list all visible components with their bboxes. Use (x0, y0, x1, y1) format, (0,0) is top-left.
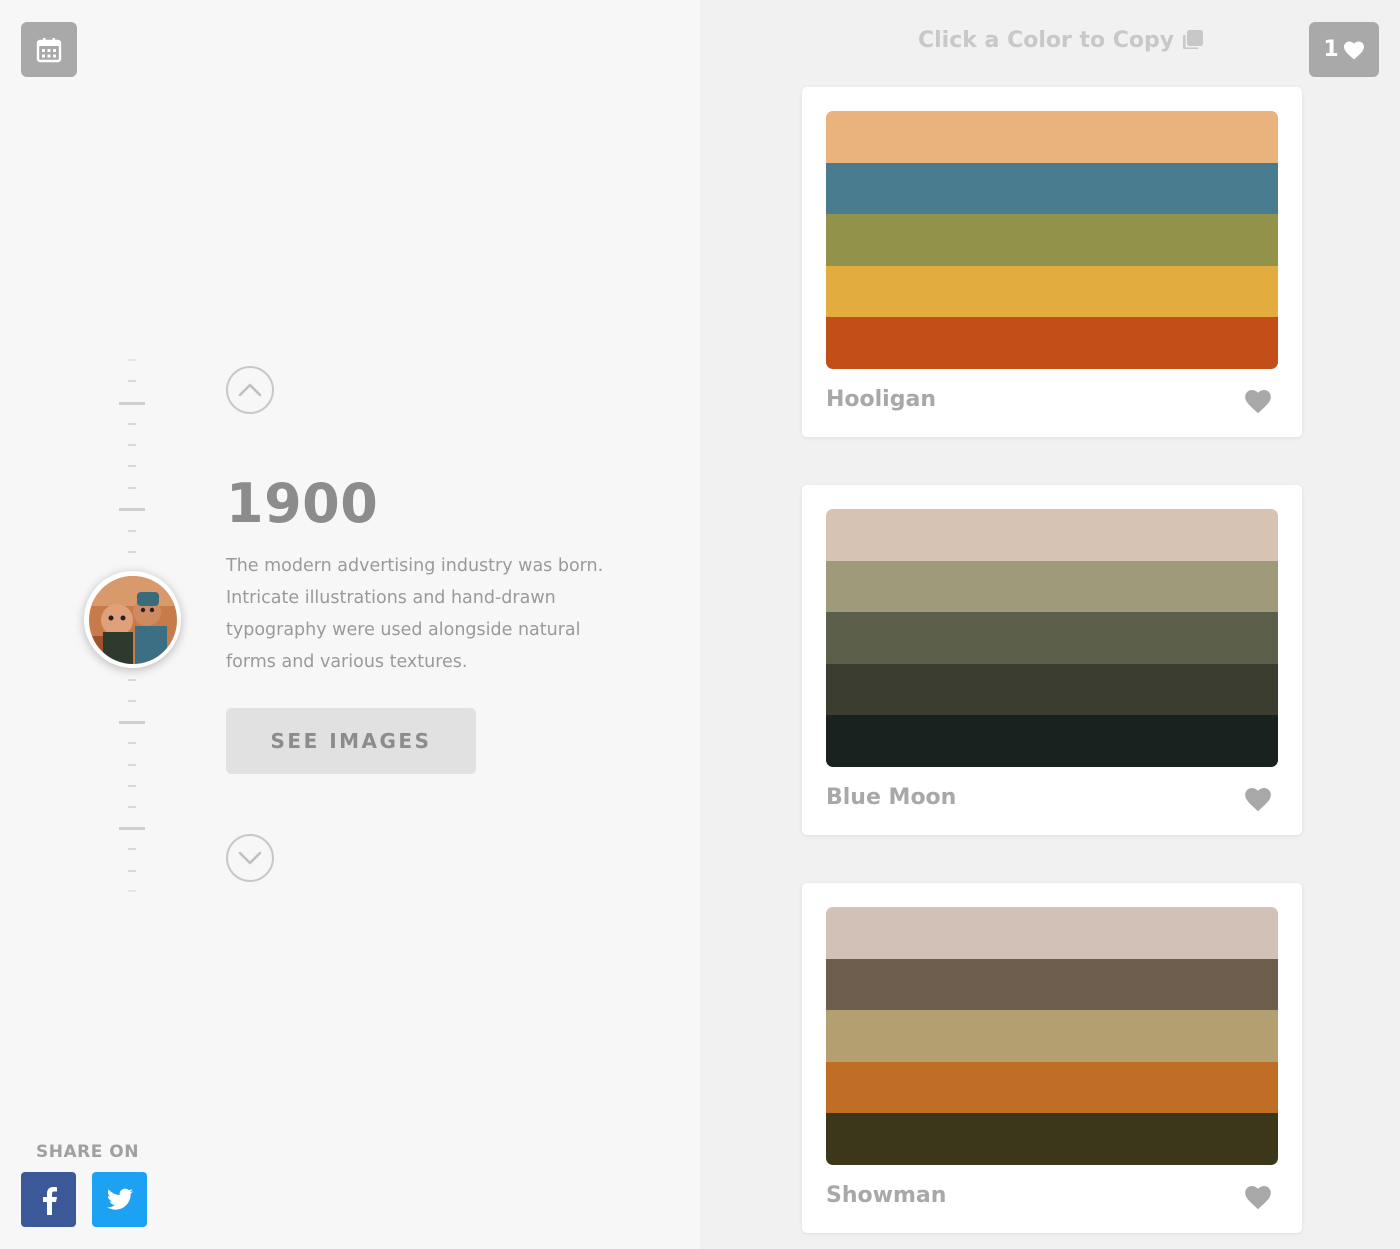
twitter-share-button[interactable] (92, 1172, 147, 1227)
color-swatch[interactable] (826, 317, 1278, 369)
favorites-count: 1 (1323, 37, 1339, 62)
timeline-tick (128, 785, 136, 787)
chevron-down-icon (238, 851, 262, 865)
palette-name: Blue Moon (826, 785, 957, 810)
timeline-tick (128, 700, 136, 702)
see-images-button[interactable]: SEE IMAGES (226, 708, 476, 774)
timeline-tick (128, 530, 136, 532)
color-swatch[interactable] (826, 162, 1278, 215)
color-swatch[interactable] (826, 111, 1278, 163)
facebook-share-button[interactable] (21, 1172, 76, 1227)
palette-swatches (826, 509, 1278, 767)
copy-hint-text: Click a Color to Copy (918, 28, 1175, 53)
favorite-button[interactable] (1244, 786, 1272, 812)
timeline-tick (128, 742, 136, 744)
palette-name: Showman (826, 1183, 947, 1208)
palette-card: Showman (802, 883, 1302, 1233)
color-swatch[interactable] (826, 958, 1278, 1011)
color-swatch[interactable] (826, 663, 1278, 716)
timeline-tick (128, 890, 136, 892)
timeline-tick (128, 359, 136, 361)
timeline-tick (128, 679, 136, 681)
timeline-panel: 1900 The modern advertising industry was… (0, 0, 700, 1249)
heart-icon (1343, 40, 1364, 60)
palette-swatches (826, 907, 1278, 1165)
copy-hint: Click a Color to Copy (918, 28, 1204, 53)
timeline-tick (128, 870, 136, 872)
favorites-counter-button[interactable]: 1 (1309, 22, 1379, 77)
heart-icon (1245, 788, 1271, 812)
favorite-button[interactable] (1244, 1184, 1272, 1210)
next-era-button[interactable] (226, 834, 274, 882)
era-illustration (88, 575, 177, 664)
timeline-tick (128, 848, 136, 850)
share-label: SHARE ON (36, 1142, 139, 1162)
facebook-icon (42, 1186, 57, 1215)
timeline-tick (128, 380, 136, 382)
timeline-tick (128, 487, 136, 489)
timeline-tick (128, 806, 136, 808)
color-swatch[interactable] (826, 1061, 1278, 1114)
color-swatch[interactable] (826, 907, 1278, 959)
color-swatch[interactable] (826, 612, 1278, 664)
timeline-tick (119, 402, 145, 405)
timeline-tick (128, 444, 136, 446)
favorite-button[interactable] (1244, 388, 1272, 414)
heart-icon (1245, 1186, 1271, 1210)
color-swatch[interactable] (826, 560, 1278, 613)
era-thumbnail[interactable] (84, 571, 181, 668)
color-swatch[interactable] (826, 1113, 1278, 1165)
timeline-tick (128, 764, 136, 766)
timeline-tick (119, 721, 145, 724)
previous-era-button[interactable] (226, 366, 274, 414)
timeline-tick (119, 827, 145, 830)
color-swatch[interactable] (826, 265, 1278, 318)
timeline-tick (128, 423, 136, 425)
copy-icon (1183, 29, 1204, 49)
twitter-icon (106, 1188, 133, 1210)
timeline-tick (128, 465, 136, 467)
era-description: The modern advertising industry was born… (226, 556, 604, 672)
color-swatch[interactable] (826, 214, 1278, 266)
chevron-up-icon (238, 383, 262, 397)
color-swatch[interactable] (826, 1010, 1278, 1062)
palette-card: Hooligan (802, 87, 1302, 437)
timeline-tick (128, 551, 136, 553)
timeline-tick (119, 508, 145, 511)
palette-name: Hooligan (826, 387, 936, 412)
palette-swatches (826, 111, 1278, 369)
palette-card: Blue Moon (802, 485, 1302, 835)
color-swatch[interactable] (826, 715, 1278, 767)
color-swatch[interactable] (826, 509, 1278, 561)
era-year: 1900 (226, 472, 379, 535)
heart-icon (1245, 390, 1271, 414)
